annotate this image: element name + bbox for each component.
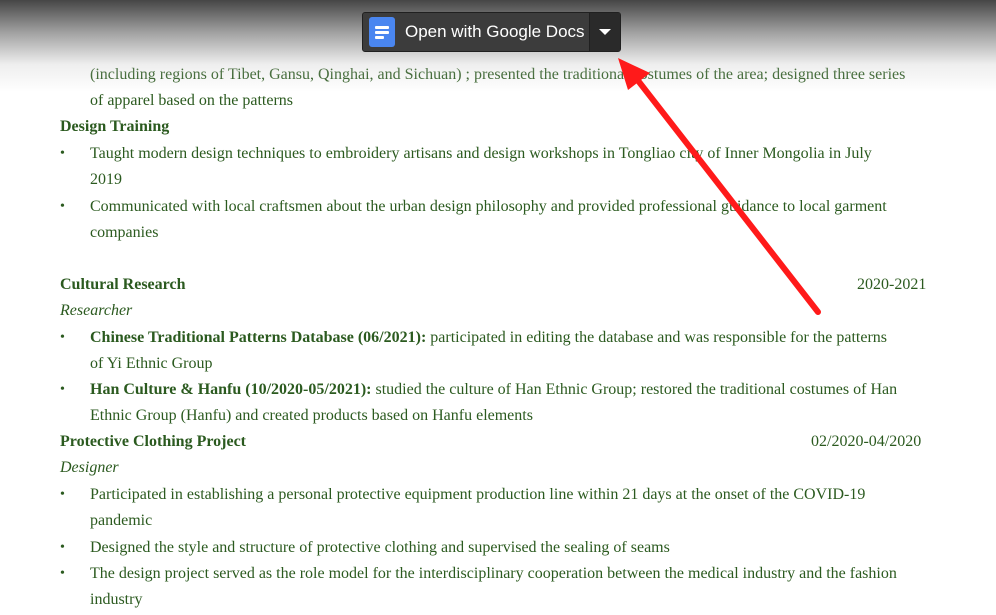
bullet-dot: • xyxy=(60,566,65,581)
protective-date: 02/2020-04/2020 xyxy=(811,433,922,450)
section-heading-protective-clothing: Protective Clothing Project xyxy=(60,433,247,450)
bullet-dot: • xyxy=(60,199,65,214)
cultural-research-role: Researcher xyxy=(60,302,133,319)
cr-bullet-1-title: Chinese Traditional Patterns Database (0… xyxy=(90,329,427,346)
dt-bullet-2-line-2: companies xyxy=(90,224,159,241)
pc-bullet-3-line-1: The design project served as the role mo… xyxy=(90,565,897,582)
pc-bullet-1-line-2: pandemic xyxy=(90,512,153,529)
bullet-dot: • xyxy=(60,487,65,502)
open-with-dropdown-button[interactable] xyxy=(589,13,620,51)
cr-bullet-2-title: Han Culture & Hanfu (10/2020-05/2021): xyxy=(90,381,372,398)
dt-bullet-1-line-1: Taught modern design techniques to embro… xyxy=(90,145,872,162)
pc-bullet-1-line-1: Participated in establishing a personal … xyxy=(90,486,866,503)
bullet-dot: • xyxy=(60,146,65,161)
google-docs-icon xyxy=(369,17,395,47)
section-heading-cultural-research: Cultural Research xyxy=(60,276,186,293)
dt-bullet-2-line-1: Communicated with local craftsmen about … xyxy=(90,198,887,215)
bullet-dot: • xyxy=(60,330,65,345)
cr-bullet-1-text: participated in editing the database and… xyxy=(426,329,888,346)
pc-bullet-3-line-2: industry xyxy=(90,591,143,608)
cr-bullet-2-text: studied the culture of Han Ethnic Group;… xyxy=(371,381,898,398)
bullet-dot: • xyxy=(60,540,65,555)
cr-bullet-2-line-2: Ethnic Group (Hanfu) and created product… xyxy=(90,407,533,424)
cr-bullet-2-line-1: Han Culture & Hanfu (10/2020-05/2021): s… xyxy=(90,380,897,400)
caret-down-icon xyxy=(599,29,611,35)
cr-bullet-1-line-2: of Yi Ethnic Group xyxy=(90,355,213,372)
section-heading-design-training: Design Training xyxy=(60,118,170,135)
cr-bullet-1-line-1: Chinese Traditional Patterns Database (0… xyxy=(90,328,887,348)
open-with-google-docs-label: Open with Google Docs xyxy=(405,22,585,41)
open-with-google-docs-button[interactable]: Open with Google Docs xyxy=(362,12,621,52)
cultural-research-date: 2020-2021 xyxy=(857,276,927,293)
dt-bullet-1-line-2: 2019 xyxy=(90,171,122,188)
protective-role: Designer xyxy=(60,459,119,476)
bullet-dot: • xyxy=(60,382,65,397)
resume-document: (including regions of Tibet, Gansu, Qing… xyxy=(0,0,996,615)
pc-bullet-2-line-1: Designed the style and structure of prot… xyxy=(90,539,670,556)
art-line-1: (including regions of Tibet, Gansu, Qing… xyxy=(90,66,906,83)
art-line-2: of apparel based on the patterns xyxy=(90,92,294,109)
